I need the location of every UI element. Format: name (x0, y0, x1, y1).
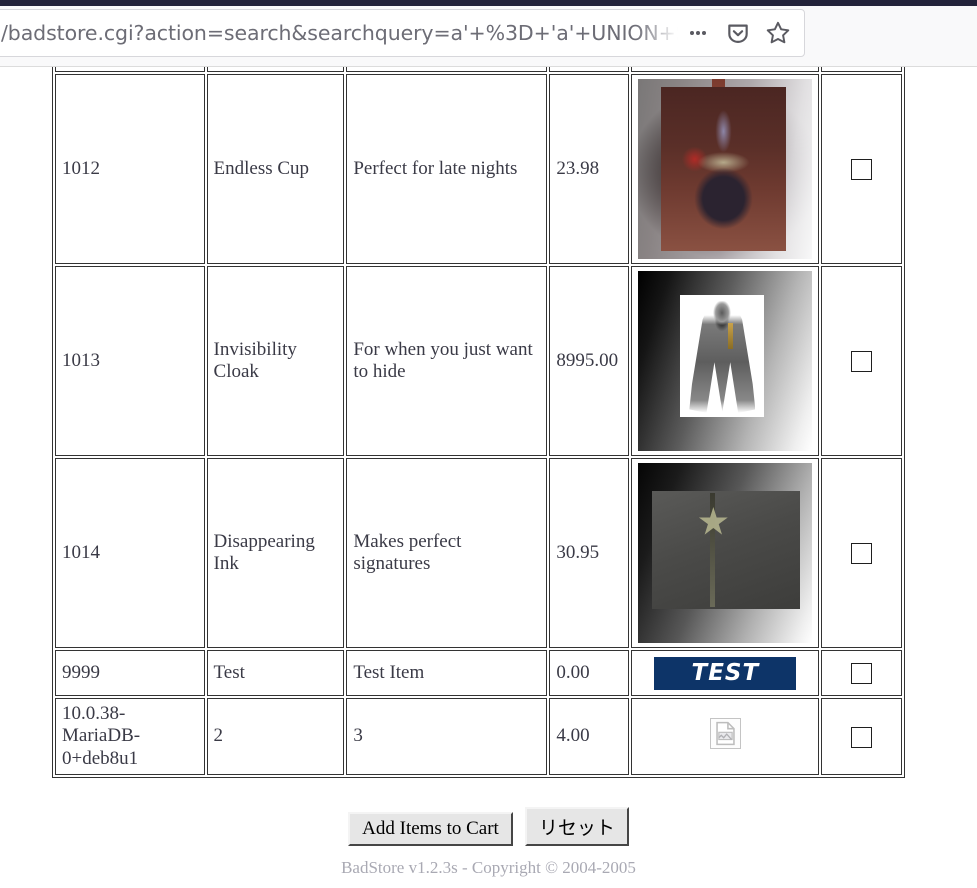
pocket-save-icon[interactable] (718, 13, 758, 53)
cell-price: 4.00 (549, 698, 630, 776)
cell-image (631, 67, 820, 72)
browser-chrome: /badstore.cgi?action=search&searchquery=… (0, 0, 977, 67)
item-checkbox[interactable] (851, 662, 873, 684)
cell-name: Endless Cup (206, 74, 345, 264)
cell-price: 8995.00 (549, 266, 630, 456)
cell-image (631, 698, 820, 776)
cell-image (631, 458, 820, 648)
address-bar[interactable]: /badstore.cgi?action=search&searchquery=… (0, 9, 805, 57)
table-row: 9999 Test Test Item 0.00 TEST (55, 650, 902, 696)
cell-sku (55, 67, 205, 72)
cell-image: TEST (631, 650, 820, 696)
cell-sku: 1014 (55, 458, 205, 648)
table-row: 1013 Invisibility Cloak For when you jus… (55, 266, 902, 456)
ellipsis-icon[interactable] (678, 13, 718, 53)
broken-image-placeholder (709, 718, 741, 750)
cell-sku: 1013 (55, 266, 205, 456)
url-text[interactable]: /badstore.cgi?action=search&searchquery=… (1, 21, 678, 45)
cell-name: Disappearing Ink (206, 458, 345, 648)
table-row: 10.0.38-MariaDB-0+deb8u1 2 3 4.00 (55, 698, 902, 776)
cell-price: 0.00 (549, 650, 630, 696)
cell-description: Makes perfect signatures (346, 458, 548, 648)
cell-description: Perfect for late nights (346, 74, 548, 264)
table-row-partial (55, 67, 902, 72)
cell-sku: 9999 (55, 650, 205, 696)
cell-name: 2 (206, 698, 345, 776)
cell-description: Test Item (346, 650, 548, 696)
cell-checkbox[interactable] (821, 458, 902, 648)
cell-image (631, 74, 820, 264)
cauldron-product-image (638, 79, 813, 259)
cell-checkbox[interactable] (821, 74, 902, 264)
cell-price (549, 67, 630, 72)
page-content: 1012 Endless Cup Perfect for late nights… (0, 67, 977, 888)
cell-sku: 10.0.38-MariaDB-0+deb8u1 (55, 698, 205, 776)
cell-name: Invisibility Cloak (206, 266, 345, 456)
cell-name: Test (206, 650, 345, 696)
test-banner-image: TEST (654, 656, 797, 690)
reset-button[interactable]: リセット (524, 807, 629, 846)
cell-sku: 1012 (55, 74, 205, 264)
browser-titlebar-strip (0, 0, 977, 6)
cell-image (631, 266, 820, 456)
cell-description: 3 (346, 698, 548, 776)
cell-checkbox[interactable] (821, 650, 902, 696)
footer-copyright: BadStore v1.2.3s - Copyright © 2004-2005 (341, 858, 636, 877)
cell-description: For when you just want to hide (346, 266, 548, 456)
cell-description (346, 67, 548, 72)
add-items-to-cart-button[interactable]: Add Items to Cart (348, 812, 513, 846)
item-checkbox[interactable] (851, 350, 873, 372)
item-checkbox[interactable] (851, 158, 873, 180)
cell-checkbox[interactable] (821, 698, 902, 776)
cell-checkbox[interactable] (821, 266, 902, 456)
cloak-product-image (638, 271, 813, 451)
search-results-table: 1012 Endless Cup Perfect for late nights… (52, 67, 905, 779)
form-button-row: Add Items to Cart リセット (0, 807, 977, 846)
cell-name (206, 67, 345, 72)
cell-price: 30.95 (549, 458, 630, 648)
table-row: 1012 Endless Cup Perfect for late nights… (55, 74, 902, 264)
cell-checkbox (821, 67, 902, 72)
item-checkbox[interactable] (851, 726, 873, 748)
item-checkbox[interactable] (851, 542, 873, 564)
wand-product-image (638, 463, 813, 643)
cell-price: 23.98 (549, 74, 630, 264)
table-row: 1014 Disappearing Ink Makes perfect sign… (55, 458, 902, 648)
star-bookmark-icon[interactable] (758, 13, 798, 53)
